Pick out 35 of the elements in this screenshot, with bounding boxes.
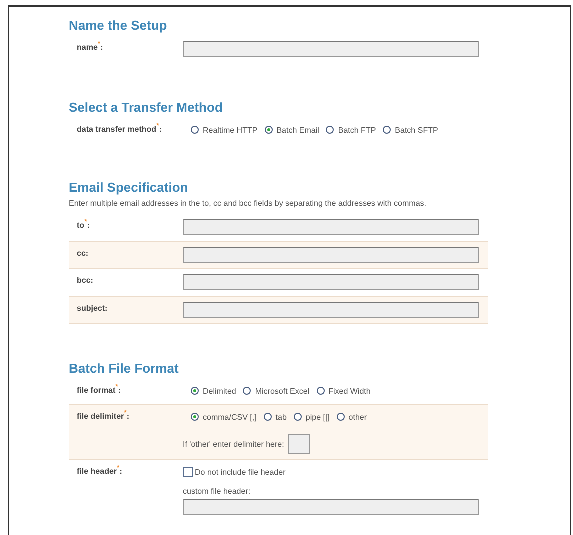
radio-option[interactable]: pipe [|] [294,412,330,422]
section-heading: Name the Setup [69,18,168,33]
field-hint: custom file header: [183,487,252,496]
delimiter-field[interactable] [288,434,310,454]
section-description: Enter multiple email addresses in the to, cc and bcc fields by separating the addresses with commas. [69,199,428,208]
radio-option[interactable]: Batch FTP [326,126,376,134]
field-label: cc: [77,248,90,260]
radio-option[interactable]: other [336,412,368,422]
input-field[interactable] [183,247,479,263]
radio-option[interactable]: Batch Email [264,126,320,134]
field-label: file header$^{*}$: [77,465,124,478]
section-heading: Batch File Format [69,361,180,376]
field-label: file format$^{*}$: [77,384,122,397]
input-field[interactable] [183,274,479,290]
radio-option[interactable]: tab [264,412,287,422]
field-label: bcc: [77,275,94,287]
radio-option[interactable]: Microsoft Excel [243,386,310,396]
radio-option[interactable]: Batch SFTP [383,126,438,134]
input-field[interactable] [183,41,479,57]
input-field[interactable] [183,302,479,318]
input-field[interactable] [183,499,479,515]
field-hint: If 'other' enter delimiter here: [183,440,284,448]
section-heading: Email Specification [69,180,190,195]
field-label: to$^{*}$: [77,219,91,232]
radio-option[interactable]: Fixed Width [316,386,371,396]
field-label: name$^{*}$: [77,41,104,54]
radio-option[interactable]: comma/CSV [,] [191,412,257,422]
field-label: subject: [77,303,109,315]
checkbox-option[interactable]: Do not include file header [183,465,479,479]
input-field[interactable] [183,219,479,235]
section-heading: Select a Transfer Method [69,100,224,115]
radio-option[interactable]: Realtime HTTP [191,126,258,134]
field-label: file delimiter$^{*}$: [77,410,131,423]
field-label: data transfer method$^{*}$: [77,123,163,136]
radio-option[interactable]: Delimited [191,386,236,396]
